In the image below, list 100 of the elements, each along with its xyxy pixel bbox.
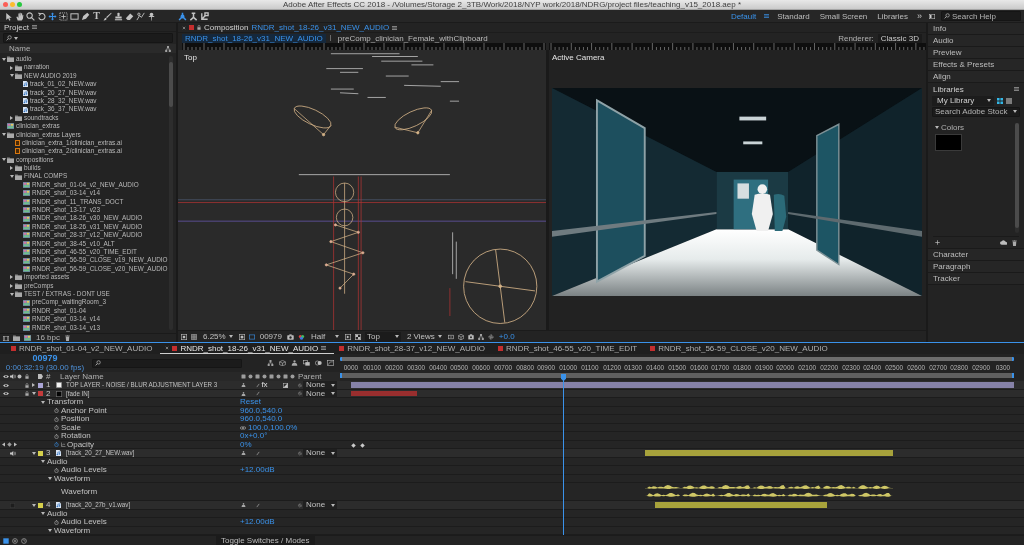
keyframe-prev-icon[interactable] xyxy=(2,442,5,448)
stopwatch-icon[interactable] xyxy=(54,425,59,431)
item-name[interactable]: compositions xyxy=(16,155,54,165)
view-layout-dropdown[interactable]: 2 Views xyxy=(404,331,444,342)
item-name[interactable]: FINAL COMPS xyxy=(24,172,68,181)
trash-icon[interactable] xyxy=(65,335,71,341)
search-field[interactable] xyxy=(3,33,173,43)
keyframe-next-icon[interactable] xyxy=(14,442,17,448)
caret-down-icon[interactable] xyxy=(10,175,14,179)
layer-row[interactable]: 1 TOP LAYER - NOISE / BLUR ADJUSTMENT LAYER 3 fx None xyxy=(0,381,1024,390)
playhead[interactable] xyxy=(561,374,567,535)
rectangle-icon[interactable] xyxy=(70,11,79,21)
library-dropdown[interactable]: My Library xyxy=(932,95,994,106)
eye-icon[interactable] xyxy=(2,382,9,388)
section-title[interactable]: Colors xyxy=(941,123,965,132)
panel-tab[interactable]: Align xyxy=(928,71,1024,83)
caret-down-icon[interactable] xyxy=(394,335,399,338)
menu-icon[interactable] xyxy=(31,25,37,29)
renderer-dropdown[interactable]: Classic 3D xyxy=(877,33,922,43)
zoom-icon[interactable] xyxy=(26,11,35,21)
caret-down-icon[interactable] xyxy=(41,400,45,404)
lock-icon[interactable] xyxy=(24,391,29,397)
toggle-switches-button[interactable]: Toggle Switches / Modes xyxy=(216,536,315,545)
figure-icon[interactable] xyxy=(241,383,246,388)
panel-tab[interactable]: Info xyxy=(928,23,1024,35)
item-name[interactable]: RNDR_shot_03-14_v14 xyxy=(32,189,100,198)
item-name[interactable]: TEST / EXTRAS - DONT USE xyxy=(24,289,110,299)
item-name[interactable]: RNDR_shot_13-17_v23 xyxy=(32,206,100,215)
lock-icon[interactable] xyxy=(197,25,201,30)
property-value[interactable]: +12.00dB xyxy=(240,518,275,527)
property-value[interactable]: 960.0,540.0 xyxy=(240,415,283,424)
lock-icon[interactable] xyxy=(24,382,29,388)
panel-tab[interactable]: Tracker xyxy=(928,273,1024,285)
caret-down-icon[interactable] xyxy=(32,392,36,396)
caret-down-icon[interactable] xyxy=(41,460,45,464)
tag-icon[interactable] xyxy=(38,374,43,379)
caret-down-icon[interactable] xyxy=(987,99,991,102)
graph-icon[interactable] xyxy=(61,442,66,448)
item-name[interactable]: clinician_extras Layers xyxy=(16,130,81,139)
caret-down-icon[interactable] xyxy=(32,451,36,455)
item-name[interactable]: RNDR_shot_38-45_v10_ALT xyxy=(32,239,115,248)
property-value[interactable]: 100.0,100.0% xyxy=(248,423,298,432)
brush-icon[interactable] xyxy=(103,11,112,21)
property-value[interactable]: 0% xyxy=(240,440,252,449)
current-time[interactable]: 00979 xyxy=(258,332,283,341)
breadcrumb[interactable]: RNDR_shot_18-26_v31_NEW_AUDIO xyxy=(182,33,326,43)
caret-right-icon[interactable] xyxy=(10,275,13,280)
graph-icon[interactable] xyxy=(327,360,334,366)
item-name[interactable]: audio xyxy=(16,55,32,64)
reset-link[interactable]: Reset xyxy=(240,398,261,407)
list-view-icon[interactable] xyxy=(1006,97,1012,104)
cube-icon[interactable] xyxy=(279,360,286,366)
property-value[interactable]: 960.0,540.0 xyxy=(240,406,283,415)
pin-icon[interactable] xyxy=(147,11,156,21)
item-name[interactable]: clinician_extra_1/clinician_extras.ai xyxy=(22,138,122,148)
overlapping-frames-icon[interactable] xyxy=(303,360,310,366)
item-name[interactable]: track_36_37_NEW.wav xyxy=(30,105,97,114)
item-name[interactable]: RNDR_shot_18-26_v30_NEW_AUDIO xyxy=(32,214,143,223)
slash-icon[interactable] xyxy=(255,502,260,508)
search-field[interactable]: Search Adobe Stock xyxy=(932,106,1020,117)
caret-down-icon[interactable] xyxy=(2,57,6,61)
cube-icon[interactable] xyxy=(457,333,464,340)
column-header[interactable]: Layer Name xyxy=(60,372,104,381)
caret-down-icon[interactable] xyxy=(334,335,339,338)
caret-down-icon[interactable] xyxy=(331,451,335,455)
lock-icon[interactable] xyxy=(24,374,29,379)
mask-icon[interactable] xyxy=(238,333,245,340)
item-name[interactable]: RNDR_shot_01-04_v2_NEW_AUDIO xyxy=(32,180,139,190)
item-name[interactable]: RNDR_shot_56-59_CLOSE_v20_NEW_AUDIO xyxy=(32,264,168,274)
speaker-icon[interactable] xyxy=(9,374,16,379)
speaker-icon[interactable] xyxy=(9,450,16,456)
panel-tab[interactable]: Effects & Presets xyxy=(928,59,1024,71)
breadcrumb[interactable]: preComp_clinician_Female_withClipboard xyxy=(334,33,491,43)
figure-icon[interactable] xyxy=(291,360,298,366)
item-name[interactable]: RNDR_shot_28-37_v12_NEW_AUDIO xyxy=(32,231,143,240)
effects-switch[interactable]: fx xyxy=(261,381,268,390)
caret-down-icon[interactable] xyxy=(10,292,14,296)
dotted-square-cross-icon[interactable] xyxy=(59,11,68,21)
cloud-icon[interactable] xyxy=(1000,240,1007,245)
panel-tab[interactable]: Paragraph xyxy=(928,261,1024,273)
caret-down-icon[interactable] xyxy=(2,133,6,137)
move-arrows-icon[interactable] xyxy=(48,11,57,21)
frame-icon[interactable] xyxy=(248,333,255,340)
figure-icon[interactable] xyxy=(241,451,246,456)
layer-name[interactable]: [track_20_27_NEW.wav] xyxy=(66,449,135,458)
group-name[interactable]: Audio xyxy=(47,509,68,518)
caret-down-icon[interactable] xyxy=(14,36,18,40)
stopwatch-icon[interactable] xyxy=(54,433,59,439)
overflow-button[interactable]: » xyxy=(916,11,923,21)
caret-down-icon[interactable] xyxy=(10,74,14,78)
timeline-tab[interactable]: RNDR_shot_18-26_v31_NEW_AUDIO xyxy=(160,343,335,354)
panel-tab[interactable]: Composition xyxy=(204,23,249,32)
group-name[interactable]: Waveform xyxy=(54,474,91,483)
item-name[interactable]: NEW AUDIO 2019 xyxy=(24,71,77,81)
view-dropdown[interactable]: Top xyxy=(364,331,401,342)
region-of-interest-icon[interactable] xyxy=(181,333,187,340)
flowchart-icon[interactable] xyxy=(477,333,484,340)
property-value[interactable]: +12.00dB xyxy=(240,466,275,475)
color-channels-icon[interactable] xyxy=(297,333,305,340)
roto-brush-icon[interactable] xyxy=(136,11,145,21)
